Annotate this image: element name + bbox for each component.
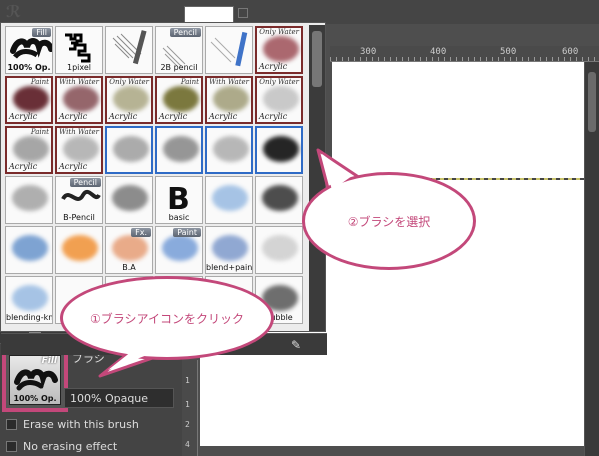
palette-scrollbar[interactable] — [309, 25, 325, 331]
ruler-tick: 4 — [185, 440, 190, 449]
brush-label: Acrylic — [259, 62, 288, 71]
brush-slot-pen-black[interactable] — [255, 176, 303, 224]
erase-label: Erase with this brush — [23, 417, 139, 431]
brush-slot-black-soft[interactable] — [255, 126, 303, 174]
callout-select-brush: ②ブラシを選択 — [302, 172, 476, 270]
brush-slot-acrylic-olive3[interactable]: With Water Acrylic — [205, 76, 253, 124]
scrollbar-thumb[interactable] — [588, 72, 596, 132]
erase-checkbox[interactable] — [6, 418, 17, 430]
brush-tag: Paint — [180, 78, 199, 86]
brush-tag: Fx. — [131, 228, 151, 237]
brush-slot-pencil-blue[interactable] — [205, 26, 253, 74]
brush-label: Acrylic — [9, 112, 38, 121]
brush-label: 1pixel — [66, 63, 92, 72]
ruler-tick: 500 — [500, 47, 517, 57]
brush-slot-curve[interactable] — [5, 176, 53, 224]
brush-tag: With Water — [59, 78, 99, 86]
brush-tag: Paint — [30, 128, 49, 136]
svg-text:B: B — [167, 182, 190, 213]
brush-opacity-label: 100% Op. — [13, 394, 57, 403]
current-brush-button[interactable]: Fill 100% Op. — [2, 348, 68, 412]
horizontal-ruler: 300 400 500 600 — [330, 46, 599, 62]
tab-control-icon[interactable] — [238, 8, 248, 18]
canvas-page-upper[interactable] — [332, 62, 584, 178]
brush-opacity-label: 100% Op. — [7, 63, 51, 72]
brush-slot-pencil-sketch[interactable] — [105, 26, 153, 74]
fill-brush-preview: Fill 100% Op. — [9, 355, 61, 405]
brush-label: blending-knife — [6, 313, 53, 322]
brush-label: Acrylic — [59, 162, 88, 171]
ruler-tick: 2 — [185, 420, 190, 429]
brush-slot-soft[interactable] — [205, 126, 253, 174]
brush-slot-bpencil[interactable]: Pencil B-Pencil — [55, 176, 103, 224]
brush-tag: Paint — [30, 78, 49, 86]
brush-tag: With Water — [59, 128, 99, 136]
no-erase-checkbox[interactable] — [6, 440, 17, 452]
brush-slot-acrylic-red[interactable]: Only Water Acrylic — [255, 26, 303, 74]
brush-slot-acrylic-dark[interactable]: Paint Acrylic — [5, 76, 53, 124]
brush-tag: Only Water — [259, 28, 299, 36]
brush-slot-acrylic-olive2[interactable]: Paint Acrylic — [155, 76, 203, 124]
brush-label: Acrylic — [259, 112, 288, 121]
top-toolbar: ℛ — [0, 0, 599, 24]
no-erase-option[interactable]: No erasing effect — [6, 438, 117, 454]
brush-slot-fill[interactable]: Fill 100% Op. — [5, 26, 53, 74]
brush-slot-blue-knife[interactable] — [5, 226, 53, 274]
brush-slot-pixel[interactable]: 1pixel — [55, 26, 103, 74]
canvas-scrollbar[interactable] — [584, 62, 599, 456]
brush-slot-swirl[interactable] — [105, 126, 153, 174]
ruler-tick: 1 — [185, 400, 190, 409]
brush-tag: Paint — [173, 228, 201, 237]
app-logo: ℛ — [6, 2, 24, 21]
brush-slot-acrylic-dark2[interactable]: With Water Acrylic — [55, 76, 103, 124]
brush-slot-squiggle[interactable]: Paint Acrylic — [5, 126, 53, 174]
brush-label: basic — [168, 213, 190, 222]
erase-option[interactable]: Erase with this brush — [6, 416, 139, 432]
brush-tag: Pencil — [169, 28, 201, 37]
brush-label: B-Pencil — [63, 213, 95, 222]
ruler-tick: 400 — [430, 47, 447, 57]
brush-slot-acrylic-olive[interactable]: Only Water Acrylic — [105, 76, 153, 124]
ruler-tick: 300 — [360, 47, 377, 57]
brush-slot-basic[interactable]: Bbasic — [155, 176, 203, 224]
brush-slot-blending-knife[interactable]: blending-knife — [5, 276, 53, 324]
brush-label: blend+paint — [206, 263, 253, 272]
brush-tag: Only Water — [259, 78, 299, 86]
brush-label: Acrylic — [159, 112, 188, 121]
vertical-ruler: 1 1 2 4 — [182, 360, 198, 456]
edit-brush-icon[interactable]: ✎ — [291, 338, 305, 352]
brush-slot-squiggle2[interactable]: With Water Acrylic — [55, 126, 103, 174]
brush-label: Acrylic — [59, 112, 88, 121]
brush-tag: Pencil — [69, 178, 101, 187]
ruler-tick: 1 — [185, 376, 190, 385]
brush-slot-paint-blue[interactable]: Paint — [155, 226, 203, 274]
brush-tag: Only Water — [109, 78, 149, 86]
brush-label: Acrylic — [9, 162, 38, 171]
brush-slot-orange-knife[interactable] — [55, 226, 103, 274]
no-erase-label: No erasing effect — [23, 439, 118, 453]
brush-slot-blend[interactable]: blend+paint — [205, 226, 253, 274]
brush-slot-airbrush[interactable] — [155, 126, 203, 174]
brush-slot-blue-blur[interactable] — [205, 176, 253, 224]
brush-slot-pencil[interactable]: Pencil 2B pencil — [155, 26, 203, 74]
brush-label: 2B pencil — [160, 63, 198, 72]
ruler-scale — [330, 57, 599, 61]
callout-click-icon: ①ブラシアイコンをクリック — [60, 276, 274, 360]
brush-slot-fx[interactable]: Fx. B.A — [105, 226, 153, 274]
brush-slot-scribble-pencil[interactable] — [105, 176, 153, 224]
ruler-tick: 600 — [562, 47, 579, 57]
brush-label: Acrylic — [209, 112, 238, 121]
brush-tag: Fill — [32, 28, 51, 37]
brush-slot-drop[interactable] — [255, 226, 303, 274]
brush-slot-acrylic-grey[interactable]: Only Water Acrylic — [255, 76, 303, 124]
brush-label: B.A — [122, 263, 136, 272]
palette-scrollbar-thumb[interactable] — [312, 31, 322, 87]
opacity-field[interactable]: 100% Opaque — [64, 388, 174, 408]
brush-label: Acrylic — [109, 112, 138, 121]
fill-stroke-icon — [14, 369, 58, 391]
brush-tag: With Water — [209, 78, 249, 86]
